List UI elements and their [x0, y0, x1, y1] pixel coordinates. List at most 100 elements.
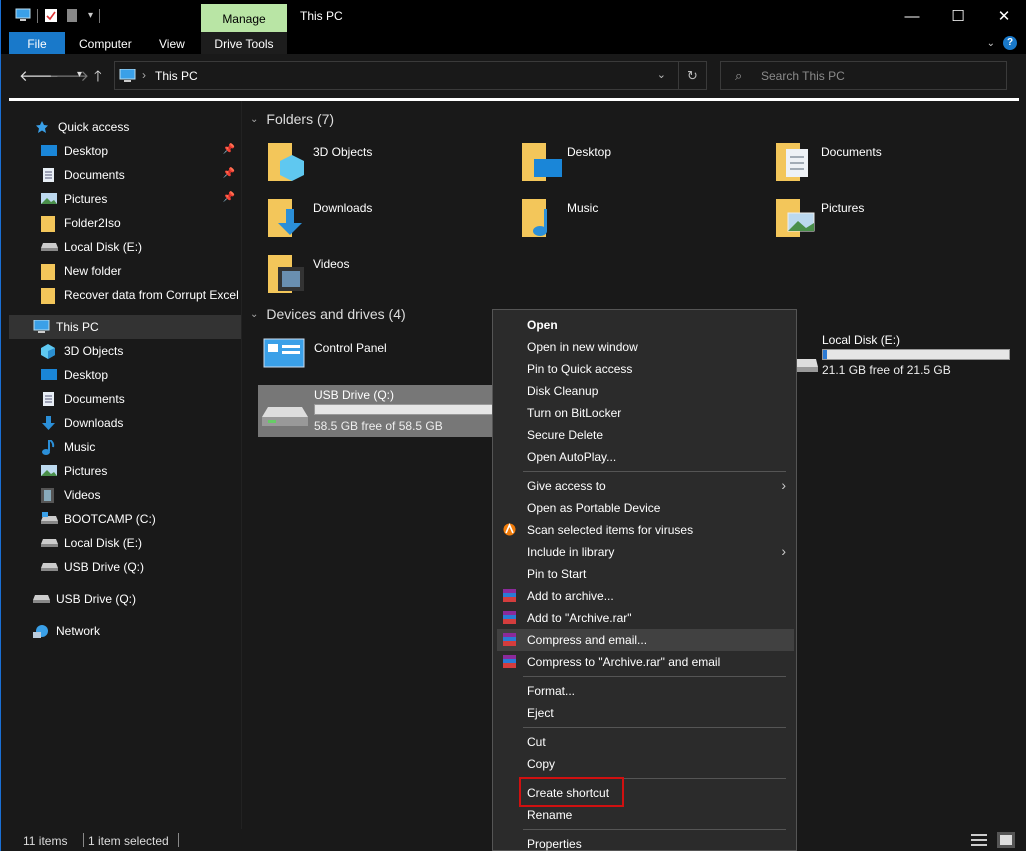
folder-tile-downloads[interactable]: Downloads — [268, 195, 498, 243]
nav-this-pc[interactable]: This PC — [9, 315, 241, 339]
menu-item-add-archive[interactable]: Add to archive... — [493, 585, 796, 607]
usb-drive-icon — [262, 403, 308, 432]
folder-tile-desktop[interactable]: Desktop — [522, 139, 752, 187]
menu-item-scan-viruses[interactable]: Scan selected items for viruses — [493, 519, 796, 541]
customize-toolbar-chevron-icon[interactable]: ▾ — [88, 10, 93, 21]
folder-tile-documents[interactable]: Documents — [776, 139, 1006, 187]
local-disk-e-tile[interactable]: Local Disk (E:) 21.1 GB free of 21.5 GB — [794, 331, 1024, 379]
nav-item-new-folder[interactable]: New folder — [9, 259, 241, 283]
nav-item-recover-data-folder[interactable]: Recover data from Corrupt Excel f — [9, 283, 241, 307]
nav-item-desktop[interactable]: Desktop 📌 — [9, 139, 241, 163]
desktop-icon — [41, 144, 58, 158]
menu-item-compress-rar-email[interactable]: Compress to "Archive.rar" and email — [493, 651, 796, 673]
menu-item-open-new-window[interactable]: Open in new window — [493, 336, 796, 358]
nav-item-desktop[interactable]: Desktop — [9, 363, 241, 387]
close-button[interactable]: ✕ — [981, 0, 1026, 32]
folders-group-header[interactable]: ⌄ Folders (7) — [250, 111, 334, 127]
breadcrumb-chevron-icon[interactable]: › — [142, 68, 146, 82]
nav-usb-drive-q[interactable]: USB Drive (Q:) — [9, 587, 241, 611]
nav-item-bootcamp-c[interactable]: BOOTCAMP (C:) — [9, 507, 241, 531]
devices-group-header[interactable]: ⌄ Devices and drives (4) — [250, 306, 406, 322]
tab-view[interactable]: View — [159, 32, 185, 54]
desktop-folder-icon — [522, 139, 562, 183]
folder-icon — [41, 264, 58, 280]
music-icon — [41, 439, 58, 455]
menu-item-open[interactable]: Open — [493, 314, 796, 336]
tab-drive-tools[interactable]: Drive Tools — [201, 32, 287, 54]
this-pc-icon[interactable] — [15, 8, 31, 23]
tile-label: Music — [567, 201, 599, 215]
menu-item-pin-quick-access[interactable]: Pin to Quick access — [493, 358, 796, 380]
search-box[interactable]: ⌕ Search This PC — [720, 61, 1007, 90]
menu-item-include-library[interactable]: Include in library › — [493, 541, 796, 563]
large-icons-view-icon[interactable] — [997, 832, 1015, 851]
nav-item-local-disk-e[interactable]: Local Disk (E:) — [9, 235, 241, 259]
folder-tile-pictures[interactable]: Pictures — [776, 195, 1006, 243]
nav-item-videos[interactable]: Videos — [9, 483, 241, 507]
maximize-button[interactable]: ☐ — [935, 0, 981, 32]
menu-label: Pin to Quick access — [527, 362, 633, 376]
expand-ribbon-chevron-icon[interactable]: ⌄ — [987, 38, 995, 49]
quick-access-toolbar: ▾ — [15, 8, 101, 23]
tab-file[interactable]: File — [9, 32, 65, 54]
nav-label: Local Disk (E:) — [64, 240, 143, 254]
menu-item-open-autoplay[interactable]: Open AutoPlay... — [493, 446, 796, 468]
menu-item-secure-delete[interactable]: Secure Delete — [493, 424, 796, 446]
help-icon[interactable]: ? — [1003, 36, 1017, 50]
menu-item-pin-start[interactable]: Pin to Start — [493, 563, 796, 585]
pin-icon[interactable]: 📌 — [223, 192, 235, 203]
recent-locations-chevron-icon[interactable]: ▾ — [77, 69, 82, 80]
refresh-icon[interactable]: ↻ — [678, 62, 706, 89]
menu-item-eject[interactable]: Eject — [493, 702, 796, 724]
nav-item-music[interactable]: Music — [9, 435, 241, 459]
pin-icon[interactable]: 📌 — [223, 168, 235, 179]
menu-item-rename[interactable]: Rename — [493, 804, 796, 826]
menu-item-properties[interactable]: Properties — [493, 833, 796, 851]
menu-item-copy[interactable]: Copy — [493, 753, 796, 775]
address-dropdown-icon[interactable]: ⌄ — [657, 68, 666, 81]
control-panel-tile[interactable]: Control Panel — [262, 335, 492, 375]
menu-item-compress-email[interactable]: Compress and email... — [497, 629, 794, 651]
pin-icon[interactable]: 📌 — [223, 144, 235, 155]
address-bar[interactable]: › This PC ⌄ ↻ — [114, 61, 707, 90]
nav-item-folder2iso[interactable]: Folder2Iso — [9, 211, 241, 235]
minimize-button[interactable]: — — [889, 0, 935, 32]
menu-item-disk-cleanup[interactable]: Disk Cleanup — [493, 380, 796, 402]
new-folder-icon[interactable] — [66, 8, 82, 23]
nav-label: BOOTCAMP (C:) — [64, 512, 156, 526]
collapse-chevron-icon[interactable]: ⌄ — [250, 114, 258, 125]
nav-item-pictures[interactable]: Pictures — [9, 459, 241, 483]
usb-drive-tile-selected[interactable]: USB Drive (Q:) 58.5 GB free of 58.5 GB — [258, 385, 494, 437]
menu-item-format[interactable]: Format... — [493, 680, 796, 702]
folder-tile-3d-objects[interactable]: 3D Objects — [268, 139, 498, 187]
nav-item-documents[interactable]: Documents — [9, 387, 241, 411]
up-arrow-icon[interactable]: 🡑 — [94, 66, 102, 91]
nav-item-documents[interactable]: Documents 📌 — [9, 163, 241, 187]
nav-network[interactable]: Network — [9, 619, 241, 643]
details-view-icon[interactable] — [971, 833, 987, 850]
collapse-chevron-icon[interactable]: ⌄ — [250, 309, 258, 320]
documents-icon — [41, 392, 58, 406]
folder-tile-music[interactable]: Music — [522, 195, 752, 243]
menu-item-cut[interactable]: Cut — [493, 731, 796, 753]
manage-context-tab[interactable]: Manage — [201, 4, 287, 32]
nav-item-3d-objects[interactable]: 3D Objects — [9, 339, 241, 363]
folder-tile-videos[interactable]: Videos — [268, 251, 498, 299]
pictures-icon — [41, 192, 58, 206]
properties-icon[interactable] — [44, 8, 60, 23]
nav-item-downloads[interactable]: Downloads — [9, 411, 241, 435]
menu-item-add-archive-rar[interactable]: Add to "Archive.rar" — [493, 607, 796, 629]
forward-arrow-icon[interactable]: 🡒 — [49, 66, 89, 85]
drive-icon — [41, 536, 58, 550]
menu-item-portable-device[interactable]: Open as Portable Device — [493, 497, 796, 519]
nav-item-local-disk-e[interactable]: Local Disk (E:) — [9, 531, 241, 555]
menu-item-give-access[interactable]: Give access to › — [493, 475, 796, 497]
nav-item-pictures[interactable]: Pictures 📌 — [9, 187, 241, 211]
breadcrumb-path[interactable]: This PC — [155, 69, 198, 83]
tab-computer[interactable]: Computer — [79, 32, 132, 54]
nav-quick-access[interactable]: Quick access — [9, 115, 241, 139]
menu-label: Properties — [527, 837, 582, 851]
nav-item-usb-drive-q[interactable]: USB Drive (Q:) — [9, 555, 241, 579]
selection-count: 1 item selected — [88, 834, 169, 848]
menu-item-bitlocker[interactable]: Turn on BitLocker — [493, 402, 796, 424]
